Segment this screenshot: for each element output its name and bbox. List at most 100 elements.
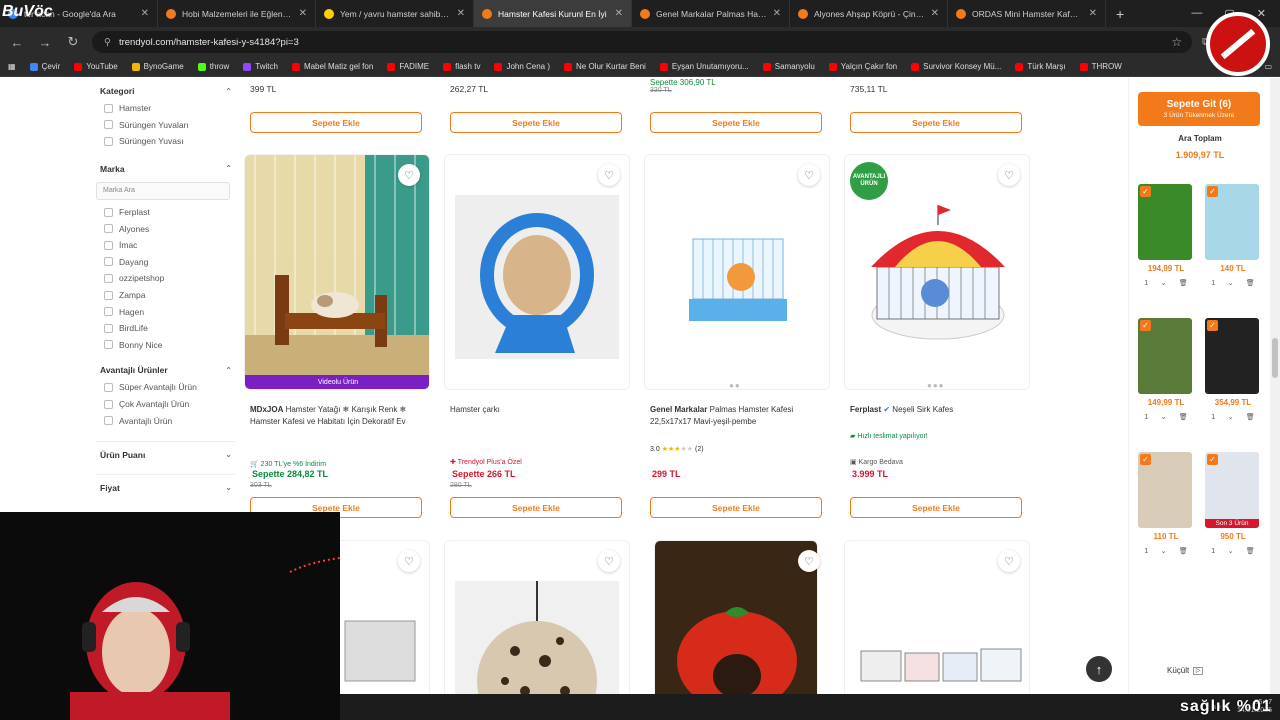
bookmark-item[interactable]: YouTube bbox=[74, 62, 118, 71]
cart-item[interactable]: ✓ 149,99 TL 1 ⌄ 🗑 bbox=[1138, 318, 1194, 421]
bookmark-item[interactable]: FADIME bbox=[387, 62, 429, 71]
favorite-heart-icon[interactable]: ♡ bbox=[598, 164, 620, 186]
product-title[interactable]: MDxJOA Hamster Yatağı ❄ Karışık Renk ❄ H… bbox=[250, 404, 430, 428]
minimize-icon[interactable]: — bbox=[1191, 7, 1202, 20]
checkbox[interactable] bbox=[104, 257, 113, 267]
checkbox[interactable] bbox=[104, 120, 113, 130]
cart-item[interactable]: ✓ 194,99 TL 1 ⌄ 🗑 bbox=[1138, 184, 1194, 287]
checkbox[interactable] bbox=[104, 382, 113, 392]
filter-checkbox[interactable]: Zampa bbox=[96, 287, 236, 304]
cart-item[interactable]: ✓ Son 3 Ürün 950 TL 1 ⌄ 🗑 bbox=[1205, 452, 1261, 555]
favorite-heart-icon[interactable]: ♡ bbox=[998, 550, 1020, 572]
bookmark-item[interactable]: Ne Olur Kurtar Beni bbox=[564, 62, 646, 71]
checkbox[interactable] bbox=[104, 323, 113, 333]
product-title[interactable]: Genel Markalar Palmas Hamster Kafesi 22,… bbox=[650, 404, 830, 428]
tab-close-icon[interactable]: ✕ bbox=[141, 8, 149, 19]
quantity-selector[interactable]: 1 ⌄ 🗑 bbox=[1138, 279, 1194, 288]
cart-item-image[interactable]: ✓ bbox=[1205, 184, 1259, 260]
checkbox[interactable] bbox=[104, 240, 113, 250]
product-title[interactable]: Ferplast ✔ Neşeli Sirk Kafes bbox=[850, 404, 1030, 416]
bookmark-item[interactable]: throw bbox=[197, 62, 229, 71]
browser-tab[interactable]: Hobi Malzemeleri ile Eğlenceli Zaman ✕ bbox=[158, 0, 316, 27]
filter-checkbox[interactable]: Süper Avantajlı Ürün bbox=[96, 379, 236, 396]
filter-avantajli-header[interactable]: Avantajlı Ürünler ⌃ bbox=[96, 361, 236, 379]
favorite-heart-icon[interactable]: ♡ bbox=[398, 164, 420, 186]
favorite-heart-icon[interactable]: ♡ bbox=[998, 164, 1020, 186]
filter-checkbox[interactable]: İmac bbox=[96, 237, 236, 254]
cart-item-image[interactable]: ✓ Son 3 Ürün bbox=[1205, 452, 1259, 528]
quantity-selector[interactable]: 1 ⌄ 🗑 bbox=[1205, 279, 1261, 288]
filter-kategori-header[interactable]: Kategori ⌃ bbox=[96, 82, 236, 100]
quantity-selector[interactable]: 1 ⌄ 🗑 bbox=[1138, 413, 1194, 422]
filter-checkbox[interactable]: Ferplast bbox=[96, 204, 236, 221]
filter-checkbox[interactable]: Hagen bbox=[96, 303, 236, 320]
filter-checkbox[interactable]: Hamster bbox=[96, 100, 236, 117]
add-to-cart-button[interactable]: Sepete Ekle bbox=[450, 112, 622, 133]
bookmark-item[interactable]: THROW bbox=[1079, 62, 1122, 71]
filter-marka-header[interactable]: Marka ⌃ bbox=[96, 160, 236, 178]
bookmark-item[interactable]: Türk Marşı bbox=[1015, 62, 1066, 71]
bookmark-item[interactable]: Eyşan Unutamıyoru... bbox=[659, 62, 749, 71]
go-to-cart-button[interactable]: Sepete Git (6) 3 Ürün Tükenmek Üzere bbox=[1138, 92, 1260, 126]
quantity-selector[interactable]: 1 ⌄ 🗑 bbox=[1205, 413, 1261, 422]
trash-icon[interactable]: 🗑 bbox=[1246, 547, 1255, 555]
filter-checkbox[interactable]: Dayang bbox=[96, 254, 236, 271]
bookmark-item[interactable]: Survivor Konsey Mü... bbox=[911, 62, 1001, 71]
tab-close-icon[interactable]: ✕ bbox=[1089, 8, 1097, 19]
browser-tab[interactable]: Alyones Ahşap Köprü - Çinçilya ✕ bbox=[790, 0, 948, 27]
product-image[interactable] bbox=[444, 154, 630, 390]
favorite-heart-icon[interactable]: ♡ bbox=[598, 550, 620, 572]
tab-close-icon[interactable]: ✕ bbox=[773, 8, 781, 19]
scroll-to-top-button[interactable]: ↑ bbox=[1086, 656, 1112, 682]
quantity-selector[interactable]: 1 ⌄ 🗑 bbox=[1138, 547, 1194, 556]
filter-checkbox[interactable]: Bonny Nice bbox=[96, 337, 236, 354]
checkbox[interactable] bbox=[104, 307, 113, 317]
favorite-heart-icon[interactable]: ♡ bbox=[798, 164, 820, 186]
checkbox[interactable] bbox=[104, 136, 113, 146]
cart-item-image[interactable]: ✓ bbox=[1138, 184, 1192, 260]
bookmark-item[interactable]: Yalçın Çakır fon bbox=[828, 62, 897, 71]
filter-checkbox[interactable]: BirdLife bbox=[96, 320, 236, 337]
browser-tab[interactable]: Hamster Kafesi Kurunl En İyi ✕ bbox=[474, 0, 632, 27]
add-to-cart-button[interactable]: Sepete Ekle bbox=[650, 112, 822, 133]
bookmark-item[interactable]: Çevir bbox=[29, 62, 60, 71]
filter-checkbox[interactable]: Alyones bbox=[96, 220, 236, 237]
filter-puan-header[interactable]: Ürün Puanı ⌄ bbox=[96, 440, 236, 464]
add-to-cart-button[interactable]: Sepete Ekle bbox=[250, 112, 422, 133]
cart-item[interactable]: ✓ 110 TL 1 ⌄ 🗑 bbox=[1138, 452, 1194, 555]
bookmark-item[interactable]: BynoGame bbox=[131, 62, 184, 71]
checkbox-checked-icon[interactable]: ✓ bbox=[1140, 454, 1151, 465]
checkbox[interactable] bbox=[104, 273, 113, 283]
browser-tab[interactable]: Genel Markalar Palmas Hamster ✕ bbox=[632, 0, 790, 27]
checkbox-checked-icon[interactable]: ✓ bbox=[1207, 454, 1218, 465]
tab-close-icon[interactable]: ✕ bbox=[931, 8, 939, 19]
checkbox[interactable] bbox=[104, 103, 113, 113]
add-to-cart-button[interactable]: Sepete Ekle bbox=[850, 112, 1022, 133]
trash-icon[interactable]: 🗑 bbox=[1179, 279, 1188, 287]
trash-icon[interactable]: 🗑 bbox=[1246, 413, 1255, 421]
bookmark-item[interactable]: Twitch bbox=[243, 62, 278, 71]
favorite-heart-icon[interactable]: ♡ bbox=[398, 550, 420, 572]
site-info-icon[interactable]: ⚲ bbox=[104, 37, 111, 48]
checkbox[interactable] bbox=[104, 207, 113, 217]
forward-icon[interactable]: → bbox=[36, 35, 54, 50]
bookmark-item[interactable]: Samanyolu bbox=[762, 62, 815, 71]
add-to-cart-button[interactable]: Sepete Ekle bbox=[850, 497, 1022, 518]
bookmark-item[interactable]: John Cena ) bbox=[494, 62, 550, 71]
filter-checkbox[interactable]: Avantajlı Ürün bbox=[96, 412, 236, 429]
browser-tab[interactable]: ORDAS Mini Hamster Kafesi 22 ✕ bbox=[948, 0, 1106, 27]
tab-close-icon[interactable]: ✕ bbox=[615, 8, 623, 19]
filter-checkbox[interactable]: Sürüngen Yuvaları bbox=[96, 117, 236, 134]
cart-item[interactable]: ✓ 354,99 TL 1 ⌄ 🗑 bbox=[1205, 318, 1261, 421]
trash-icon[interactable]: 🗑 bbox=[1179, 547, 1188, 555]
apps-icon[interactable]: ▦ bbox=[8, 62, 16, 71]
bookmark-star-icon[interactable]: ☆ bbox=[1171, 35, 1182, 49]
filter-checkbox[interactable]: Çok Avantajlı Ürün bbox=[96, 396, 236, 413]
cart-item[interactable]: ✓ 140 TL 1 ⌄ 🗑 bbox=[1205, 184, 1261, 287]
filter-checkbox[interactable]: ozzipetshop bbox=[96, 270, 236, 287]
url-field[interactable]: ⚲ trendyol.com/hamster-kafesi-y-s4184?pi… bbox=[92, 31, 1193, 53]
favorite-heart-icon[interactable]: ♡ bbox=[798, 550, 820, 572]
folder-icon[interactable]: ▭ bbox=[1264, 62, 1272, 71]
browser-tab[interactable]: Yem / yavru hamster sahibinden ✕ bbox=[316, 0, 474, 27]
back-icon[interactable]: ← bbox=[8, 35, 26, 50]
